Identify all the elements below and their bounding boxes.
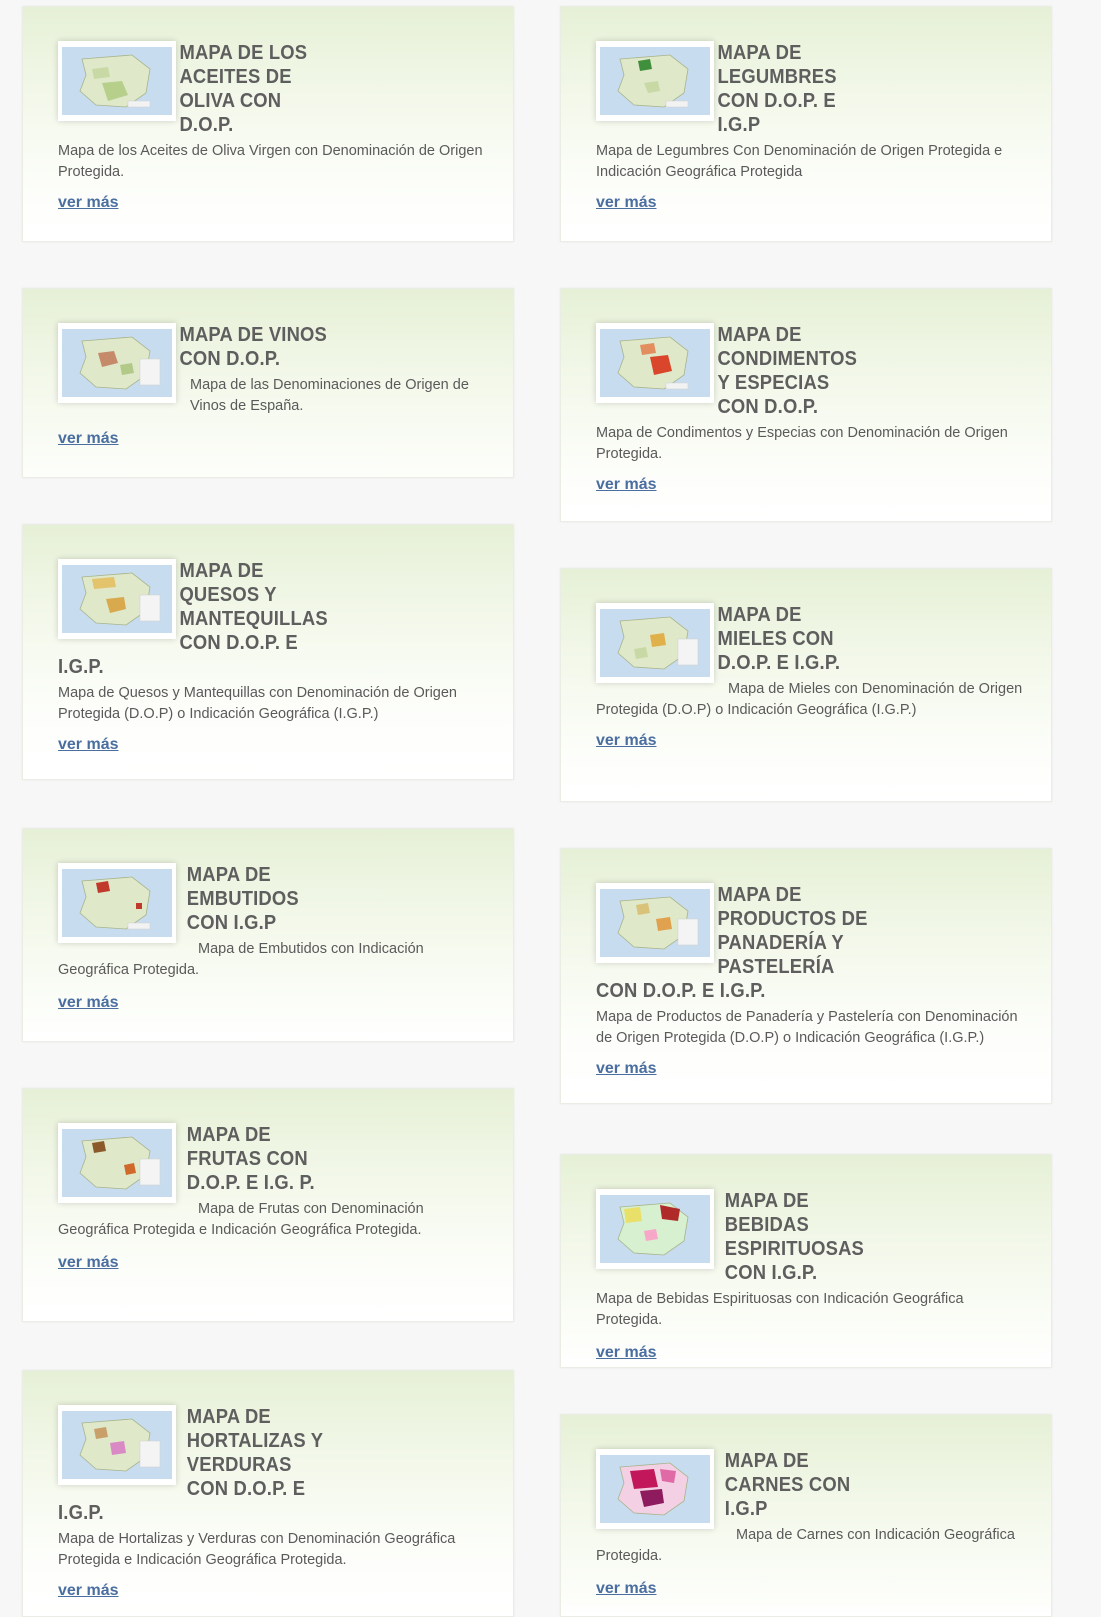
ver-mas-link[interactable]: ver más [58,993,119,1013]
card-title: MAPA DE FRUTAS CON D.O.P. E I.G. P. [186,1124,315,1194]
card-title: MAPA DE QUESOS Y MANTEQUILLAS CON D.O.P.… [58,560,328,678]
ver-mas-link[interactable]: ver más [596,193,657,213]
ver-mas-link[interactable]: ver más [58,429,119,449]
ver-mas-link[interactable]: ver más [58,735,119,755]
card-title: MAPA DE HORTALIZAS Y VERDURAS CON D.O.P.… [58,1406,323,1524]
card-legumbres: MAPA DE LEGUMBRES CON D.O.P. E I.G.P Map… [560,6,1052,242]
card-description: Mapa de Condimentos y Especias con Denom… [596,425,1008,462]
card-title: MAPA DE BEBIDAS ESPIRITUOSAS CON I.G.P. [724,1190,865,1284]
card-description: Mapa de Bebidas Espirituosas con Indicac… [596,1291,964,1328]
card-title: MAPA DE LOS ACEITES DE OLIVA CON D.O.P. [179,42,308,136]
card-panaderia: MAPA DE PRODUCTOS DE PANADERÍA Y PASTELE… [560,848,1052,1104]
card-embutidos: MAPA DE EMBUTIDOS CON I.G.P Mapa de Embu… [22,828,514,1042]
card-description: Mapa de Quesos y Mantequillas con Denomi… [58,685,457,722]
card-description: Mapa de Productos de Panadería y Pastele… [596,1009,1018,1046]
card-description: Mapa de Embutidos con Indicación Geográf… [58,941,424,978]
card-description: Mapa de Mieles con Denominación de Orige… [596,681,1023,718]
card-frutas: MAPA DE FRUTAS CON D.O.P. E I.G. P. Mapa… [22,1088,514,1322]
card-title: MAPA DE PRODUCTOS DE PANADERÍA Y PASTELE… [596,884,868,1002]
card-title: MAPA DE MIELES CON D.O.P. E I.G.P. [717,604,841,674]
ver-mas-link[interactable]: ver más [596,1343,657,1363]
card-bebidas: MAPA DE BEBIDAS ESPIRITUOSAS CON I.G.P. … [560,1154,1052,1368]
card-description: Mapa de Legumbres Con Denominación de Or… [596,143,1003,180]
card-title: MAPA DE EMBUTIDOS CON I.G.P [186,864,299,934]
card-vinos: MAPA DE VINOS CON D.O.P. Mapa de las Den… [22,288,514,478]
ver-mas-link[interactable]: ver más [58,1253,119,1273]
ver-mas-link[interactable]: ver más [596,731,657,751]
card-description: Mapa de los Aceites de Oliva Virgen con … [58,143,483,180]
card-title: MAPA DE LEGUMBRES CON D.O.P. E I.G.P [717,42,837,136]
card-mieles: MAPA DE MIELES CON D.O.P. E I.G.P. Mapa … [560,568,1052,802]
card-carnes: MAPA DE CARNES CON I.G.P Mapa de Carnes … [560,1414,1052,1617]
ver-mas-link[interactable]: ver más [596,1579,657,1599]
card-title: MAPA DE CONDIMENTOS Y ESPECIAS CON D.O.P… [717,324,858,418]
ver-mas-link[interactable]: ver más [596,1059,657,1079]
card-title: MAPA DE CARNES CON I.G.P [724,1450,851,1520]
card-quesos: MAPA DE QUESOS Y MANTEQUILLAS CON D.O.P.… [22,524,514,780]
card-description: Mapa de Frutas con Denominación Geográfi… [58,1201,424,1238]
card-aceites: MAPA DE LOS ACEITES DE OLIVA CON D.O.P. … [22,6,514,242]
ver-mas-link[interactable]: ver más [58,1581,119,1601]
card-condimentos: MAPA DE CONDIMENTOS Y ESPECIAS CON D.O.P… [560,288,1052,522]
card-description: Mapa de Carnes con Indicación Geográfica… [596,1527,1015,1564]
card-title: MAPA DE VINOS CON D.O.P. [179,324,328,370]
ver-mas-link[interactable]: ver más [596,475,657,495]
ver-mas-link[interactable]: ver más [58,193,119,213]
card-description: Mapa de Hortalizas y Verduras con Denomi… [58,1531,456,1568]
card-hortalizas: MAPA DE HORTALIZAS Y VERDURAS CON D.O.P.… [22,1370,514,1617]
